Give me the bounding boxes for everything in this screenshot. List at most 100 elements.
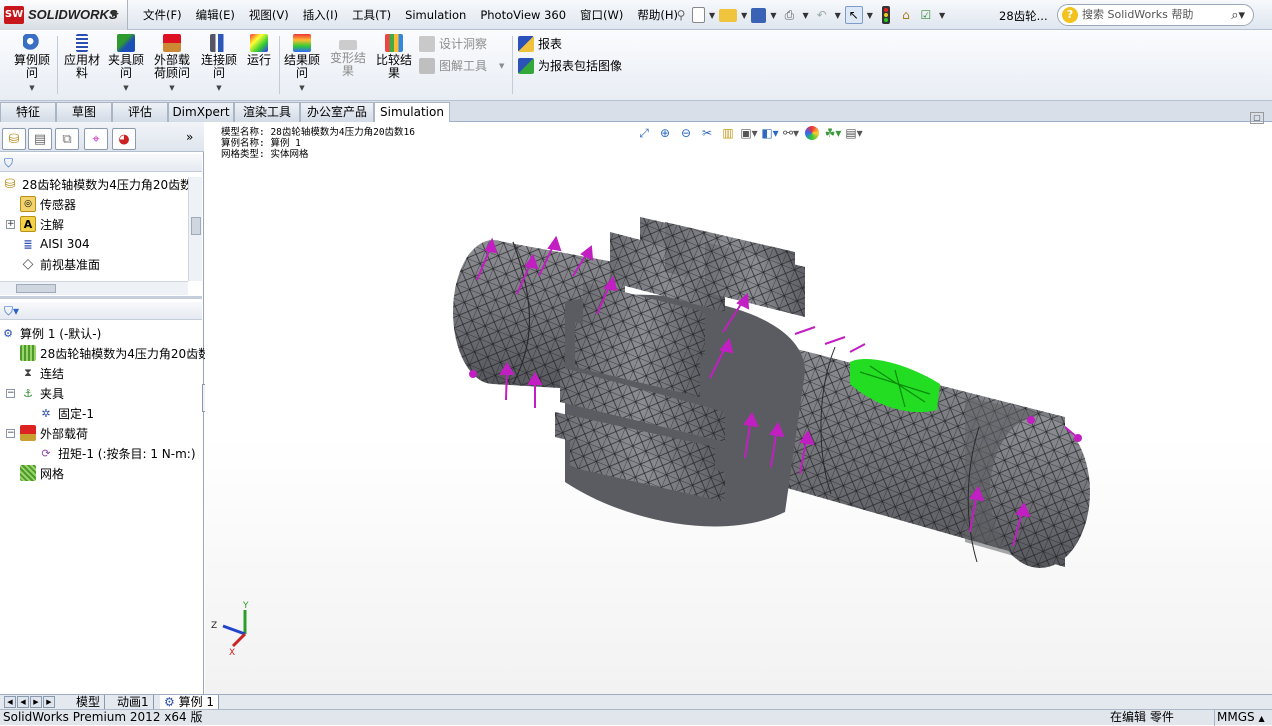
tree-study[interactable]: ⚙ 算例 1 (-默认-) xyxy=(0,323,101,343)
collapse-fixtures-icon[interactable]: − xyxy=(6,389,15,398)
logo-arrow-icon[interactable]: ▶ xyxy=(112,9,119,19)
external-loads-icon xyxy=(20,425,36,441)
graphics-area[interactable]: ⤢ ⊕ ⊖ ✂ ▥ ▣▾ ◧▾ ⚯▾ ☘▾ ▤▾ ▢ 模型名称: 28齿轮轴模数… xyxy=(205,112,1272,694)
design-insight-button[interactable]: 设计洞察 xyxy=(419,35,487,52)
connections-advisor-button[interactable]: 连接顾 问 ▼ xyxy=(197,34,241,95)
tab-simulation[interactable]: Simulation xyxy=(374,102,450,123)
property-manager-icon[interactable]: ▤ xyxy=(28,128,52,150)
display-manager-icon[interactable]: ◕ xyxy=(112,128,136,150)
feature-filter-bar[interactable]: ⛉ xyxy=(0,154,202,172)
dimxpert-manager-icon[interactable]: ⌖ xyxy=(84,128,108,150)
feature-tree-vscroll[interactable] xyxy=(188,177,202,281)
filter-icon[interactable]: ⛉▾ xyxy=(4,304,19,319)
run-button[interactable]: 运行 xyxy=(242,34,276,67)
last-tab-icon[interactable]: ▶ xyxy=(43,696,55,708)
study-filter-bar[interactable]: ⛉▾ xyxy=(0,302,202,320)
results-advisor-button[interactable]: 结果顾 问 ▼ xyxy=(281,34,323,95)
tab-features[interactable]: 特征 xyxy=(0,102,56,122)
panel-expand-icon[interactable]: » xyxy=(186,130,193,144)
tab-animation1[interactable]: 动画1 xyxy=(113,695,154,710)
tab-evaluate[interactable]: 评估 xyxy=(112,102,168,122)
include-image-button[interactable]: 为报表包括图像 xyxy=(518,57,622,74)
next-tab-icon[interactable]: ▶ xyxy=(30,696,42,708)
tree-item-annotations[interactable]: A 注解 xyxy=(20,214,64,234)
first-tab-icon[interactable]: ◀ xyxy=(4,696,16,708)
search-icon[interactable]: ⌕▾ xyxy=(1231,6,1245,26)
print-icon[interactable]: ⎙ xyxy=(780,6,798,24)
tab-sketch[interactable]: 草图 xyxy=(56,102,112,122)
plot-tools-icon xyxy=(419,57,435,74)
undo-dropdown-icon[interactable]: ▼ xyxy=(835,11,841,20)
results-dropdown-icon[interactable]: ▼ xyxy=(299,84,304,92)
configuration-manager-icon[interactable]: ⧉ xyxy=(55,128,79,150)
filter-icon[interactable]: ⛉ xyxy=(4,156,13,171)
menu-tools[interactable]: 工具(T) xyxy=(345,0,398,30)
menu-edit[interactable]: 编辑(E) xyxy=(189,0,242,30)
tree-item-sensors[interactable]: ◎ 传感器 xyxy=(20,194,76,214)
pin-icon[interactable]: ⚲ xyxy=(672,6,690,24)
menu-file[interactable]: 文件(F) xyxy=(136,0,189,30)
tree-root-part[interactable]: ⛁ 28齿轮轴模数为4压力角20齿数 xyxy=(2,174,193,194)
tree-study-part[interactable]: 28齿轮轴模数为4压力角20齿数 xyxy=(20,343,210,363)
menu-view[interactable]: 视图(V) xyxy=(242,0,296,30)
hscroll-thumb[interactable] xyxy=(16,284,56,293)
menu-photoview[interactable]: PhotoView 360 xyxy=(473,0,573,30)
feature-tree-hscroll[interactable] xyxy=(0,281,188,295)
save-dropdown-icon[interactable]: ▼ xyxy=(770,11,776,20)
tree-fixtures[interactable]: ⚓ 夹具 xyxy=(20,383,64,403)
plot-tools-button[interactable]: 图解工具 ▼ xyxy=(419,57,504,74)
solidworks-logo[interactable]: SW SOLIDWORKS ▶ xyxy=(0,0,128,30)
tab-model[interactable]: 模型 xyxy=(72,695,106,710)
scroll-thumb[interactable] xyxy=(191,217,201,235)
connections-dropdown-icon[interactable]: ▼ xyxy=(216,84,221,92)
menu-simulation[interactable]: Simulation xyxy=(398,0,473,30)
plot-tools-dropdown-icon[interactable]: ▼ xyxy=(499,62,504,70)
select-icon[interactable]: ↖ xyxy=(844,6,863,24)
apply-material-button[interactable]: 应用材 料 xyxy=(60,34,104,80)
units-dropdown-icon[interactable]: ▲ xyxy=(1258,714,1264,723)
print-dropdown-icon[interactable]: ▼ xyxy=(802,11,808,20)
fixtures-advisor-button[interactable]: 夹具顾 问 ▼ xyxy=(104,34,148,95)
feature-manager-icon[interactable]: ⛁ xyxy=(2,128,26,150)
help-search-input[interactable]: ? 搜索 SolidWorks 帮助 ⌕▾ xyxy=(1057,4,1254,26)
collapse-loads-icon[interactable]: − xyxy=(6,429,15,438)
tab-render-tools[interactable]: 渲染工具 xyxy=(234,102,300,122)
units-selector[interactable]: MMGS ▲ xyxy=(1214,710,1270,726)
tree-external-loads[interactable]: 外部载荷 xyxy=(20,423,88,443)
options-dropdown-icon[interactable]: ▼ xyxy=(939,11,945,20)
undo-icon[interactable]: ↶ xyxy=(813,6,831,24)
tree-mesh[interactable]: 网格 xyxy=(20,463,64,483)
fixtures-dropdown-icon[interactable]: ▼ xyxy=(123,84,128,92)
tab-office-products[interactable]: 办公室产品 xyxy=(300,102,374,122)
deformed-result-button[interactable]: 变形结 果 xyxy=(326,34,370,78)
tab-dimxpert[interactable]: DimXpert xyxy=(168,102,234,122)
tree-torque-1[interactable]: ⟳ 扭矩-1 (:按条目: 1 N-m:) xyxy=(38,443,195,463)
tree-fixed-1[interactable]: ✲ 固定-1 xyxy=(38,403,94,423)
plane-icon: ◇ xyxy=(22,256,34,272)
external-loads-advisor-button[interactable]: 外部载 荷顾问 ▼ xyxy=(149,34,195,95)
study-advisor-button[interactable]: 算例顾 问 ▼ xyxy=(10,34,54,95)
study-advisor-dropdown-icon[interactable]: ▼ xyxy=(29,84,34,92)
select-dropdown-icon[interactable]: ▼ xyxy=(867,11,873,20)
options-icon[interactable]: ☑ xyxy=(917,6,935,24)
expand-annotations-icon[interactable]: + xyxy=(6,220,15,229)
tree-item-front-plane[interactable]: ◇ 前视基准面 xyxy=(20,254,100,274)
new-dropdown-icon[interactable]: ▼ xyxy=(709,11,715,20)
menu-window[interactable]: 窗口(W) xyxy=(573,0,630,30)
panel-splitter[interactable] xyxy=(0,296,202,299)
tree-connections[interactable]: ⧗ 连结 xyxy=(20,363,64,383)
tree-item-material[interactable]: ≣ AISI 304 xyxy=(20,234,89,254)
save-icon[interactable] xyxy=(751,7,767,23)
compare-results-button[interactable]: 比较结 果 xyxy=(372,34,416,80)
new-file-icon[interactable] xyxy=(692,7,705,23)
external-loads-dropdown-icon[interactable]: ▼ xyxy=(169,84,174,92)
menu-insert[interactable]: 插入(I) xyxy=(296,0,345,30)
prev-tab-icon[interactable]: ◀ xyxy=(17,696,29,708)
open-folder-icon[interactable] xyxy=(719,8,738,22)
rebuild-icon[interactable] xyxy=(877,6,895,24)
open-dropdown-icon[interactable]: ▼ xyxy=(741,11,747,20)
gear-shaft-model[interactable]: Y Z X xyxy=(205,122,1272,694)
file-properties-icon[interactable]: ⌂ xyxy=(897,6,915,24)
report-button[interactable]: 报表 xyxy=(518,35,562,52)
tab-study1[interactable]: ⚙ 算例 1 xyxy=(160,695,220,710)
